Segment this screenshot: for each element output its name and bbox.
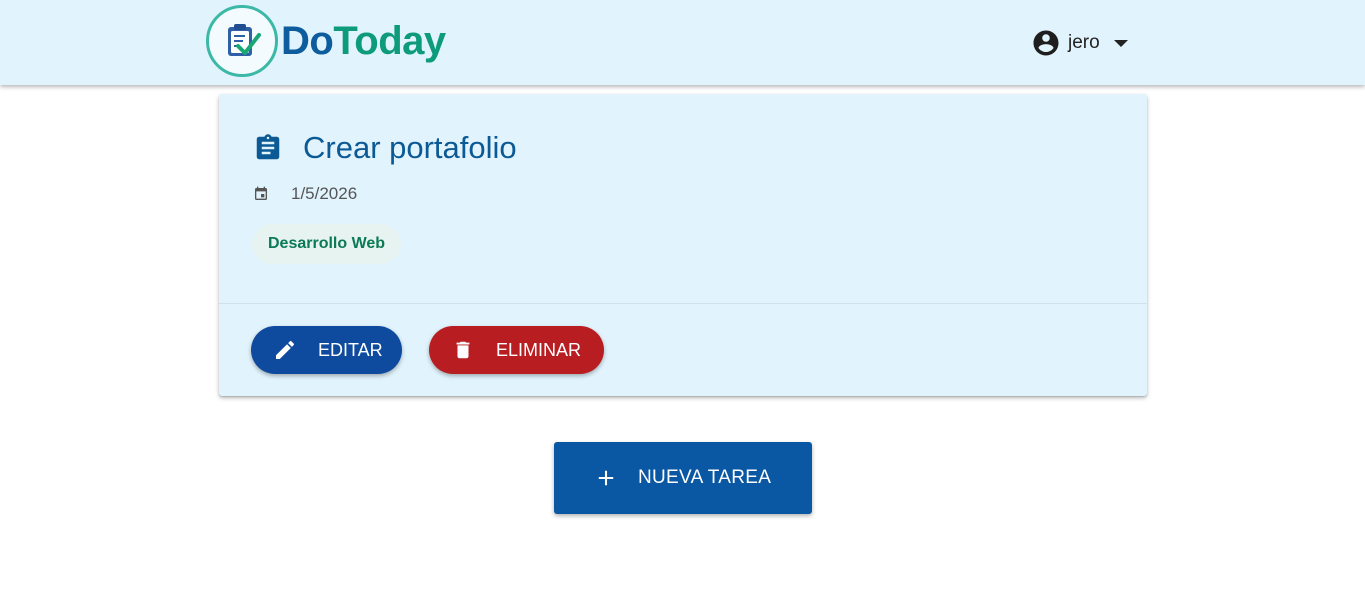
calendar-icon [255, 186, 267, 200]
trash-icon [456, 341, 470, 359]
brand-part-today: Today [333, 19, 446, 63]
task-card: Crear portafolio 1/5/2026 Desarrollo Web… [219, 94, 1147, 396]
user-menu[interactable]: jero [1031, 27, 1128, 59]
pencil-icon [276, 340, 295, 359]
task-title-row: Crear portafolio [253, 130, 517, 166]
edit-button-label: EDITAR [318, 339, 383, 360]
logo[interactable]: DoToday [206, 5, 446, 77]
assignment-icon [256, 134, 280, 160]
brand-part-do: Do [281, 19, 334, 63]
plus-icon [598, 470, 614, 486]
brand-name: DoToday [281, 21, 446, 61]
username: jero [1068, 32, 1100, 53]
new-task-button-label: NUEVA TAREA [638, 467, 772, 488]
delete-button-label: ELIMINAR [496, 339, 582, 360]
edit-button[interactable]: EDITAR [251, 326, 402, 374]
delete-button[interactable]: ELIMINAR [429, 326, 604, 374]
task-date: 1/5/2026 [291, 184, 358, 203]
caret-down-icon [1113, 39, 1128, 47]
new-task-button[interactable]: NUEVA TAREA [554, 442, 812, 514]
clipboard-check-icon [228, 24, 261, 56]
app-header: DoToday jero [0, 0, 1365, 85]
task-title: Crear portafolio [303, 130, 517, 165]
category-chip: Desarrollo Web [252, 224, 402, 264]
task-date-row: 1/5/2026 [253, 184, 357, 204]
account-circle-icon [1033, 30, 1059, 56]
card-divider [219, 303, 1147, 304]
logo-badge [206, 5, 278, 77]
